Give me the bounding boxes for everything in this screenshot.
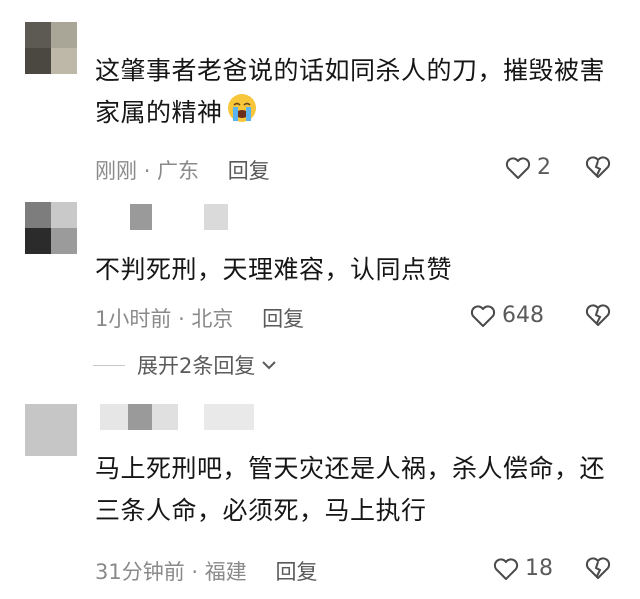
divider (93, 364, 125, 366)
dislike-button[interactable] (585, 556, 611, 584)
dislike-button[interactable] (585, 303, 611, 331)
comment-meta: 31分钟前 · 福建 回复 (95, 556, 317, 586)
heart-icon (470, 304, 496, 327)
broken-heart-icon (585, 557, 611, 579)
separator: · (191, 560, 205, 584)
heart-icon (505, 156, 531, 179)
location: 福建 (204, 560, 247, 584)
comment-body: 这肇事者老爸说的话如同杀人的刀，摧毁被害家属的精神 (95, 56, 606, 127)
comment-body: 马上死刑吧，管天灾还是人祸，杀人偿命，还三条人命，必须死，马上执行 (95, 454, 606, 525)
like-count: 648 (502, 303, 544, 328)
username-blurred (128, 404, 152, 430)
username-blurred (204, 404, 254, 430)
like-button[interactable]: 18 (493, 556, 553, 581)
avatar[interactable] (25, 404, 77, 456)
chevron-down-icon (262, 361, 277, 370)
username-blurred (152, 404, 178, 430)
broken-heart-icon (585, 304, 611, 326)
comment-text: 不判死刑，天理难容，认同点赞 (95, 249, 615, 291)
comment-text: 马上死刑吧，管天灾还是人祸，杀人偿命，还三条人命，必须死，马上执行 (95, 448, 615, 532)
location: 广东 (157, 159, 200, 183)
username-blurred (100, 404, 128, 430)
separator: · (178, 307, 192, 331)
timestamp: 1小时前 (95, 307, 172, 331)
separator: · (143, 159, 158, 183)
comment-meta: 刚刚 · 广东 回复 (95, 155, 270, 185)
avatar[interactable] (25, 202, 77, 254)
comment-meta: 1小时前 · 北京 回复 (95, 303, 304, 333)
comment-body: 不判死刑，天理难容，认同点赞 (95, 255, 453, 284)
heart-icon (493, 557, 519, 580)
comment-text: 这肇事者老爸说的话如同杀人的刀，摧毁被害家属的精神 (95, 50, 615, 136)
location: 北京 (191, 307, 234, 331)
timestamp: 31分钟前 (95, 560, 185, 584)
like-button[interactable]: 648 (470, 303, 544, 328)
dislike-button[interactable] (585, 155, 611, 183)
timestamp: 刚刚 (95, 159, 137, 183)
expand-replies-label: 展开2条回复 (137, 354, 256, 378)
like-count: 2 (537, 155, 551, 180)
avatar[interactable] (25, 22, 77, 74)
username-blurred (204, 204, 228, 230)
reply-button[interactable]: 回复 (228, 159, 270, 183)
like-button[interactable]: 2 (505, 155, 551, 180)
reply-button[interactable]: 回复 (275, 560, 317, 584)
like-count: 18 (525, 556, 553, 581)
username-blurred (130, 204, 152, 230)
reply-button[interactable]: 回复 (262, 307, 304, 331)
crying-emoji-icon (227, 93, 257, 136)
broken-heart-icon (585, 156, 611, 178)
expand-replies-button[interactable]: 展开2条回复 (93, 350, 279, 380)
